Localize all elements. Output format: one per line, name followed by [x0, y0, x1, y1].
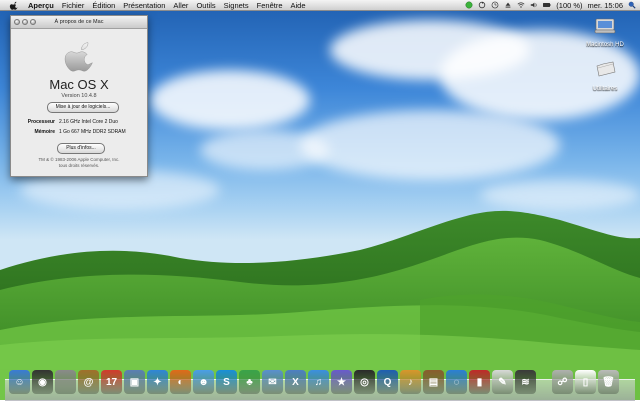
dock-icon-internet-connect[interactable]: ◌	[446, 370, 467, 394]
dock-icon-activity-monitor[interactable]: ≋	[515, 370, 536, 394]
dock-icon-glyph: ☺	[14, 376, 25, 388]
dock-icon-glyph: ≋	[521, 376, 530, 388]
dock-icon-itunes[interactable]: ♫	[308, 370, 329, 394]
battery-icon[interactable]	[543, 1, 551, 9]
desktop-icon-utilitaires[interactable]: Utilitaires	[580, 60, 630, 92]
eject-icon[interactable]	[504, 1, 512, 9]
copyright-line-2: tous droits réservés.	[58, 163, 100, 168]
hard-drive-icon	[594, 18, 616, 34]
dock-icon-glyph: ♫	[314, 376, 323, 388]
dock-icon-firefox[interactable]: ◐	[170, 370, 191, 394]
menu-aide[interactable]: Aide	[287, 1, 310, 10]
software-update-button[interactable]: Mise à jour de logiciels...	[47, 102, 119, 113]
dock-icons: ☺ ◉ @17 ▣ ✦ ◐ ☻ S ♣ ✉ X ♫ ★ ◎ Q ♪ ▤ ◌ ▮ ✎ ≋ ☍ ▯ 🗑	[9, 370, 619, 394]
dock-icon-ichat[interactable]: ☻	[193, 370, 214, 394]
zoom-button[interactable]	[30, 19, 36, 25]
dock-icon-photo-booth[interactable]: ▮	[469, 370, 490, 394]
dock-icon-garageband[interactable]: ♪	[400, 370, 421, 394]
memory-value: 1 Go 667 MHz DDR2 SDRAM	[59, 129, 126, 135]
dock-icon-glyph: ▣	[129, 376, 140, 388]
status-green-icon[interactable]	[465, 1, 473, 9]
dock-icon-xcode[interactable]: X	[285, 370, 306, 394]
menu-signets[interactable]: Signets	[220, 1, 253, 10]
dock-icon-glyph: S	[223, 376, 230, 388]
dock-icon-glyph: ✉	[268, 376, 277, 388]
desktop-icon-label: Utilitaires	[592, 86, 618, 92]
window-title: À propos de ce Mac	[54, 19, 104, 25]
folder-icon	[596, 61, 616, 77]
menu-outils[interactable]: Outils	[192, 1, 219, 10]
processor-label: Processeur	[27, 119, 55, 125]
dock-icon-glyph: ☻	[198, 376, 209, 388]
wifi-icon[interactable]	[517, 1, 525, 9]
os-version: Version 10.4.8	[61, 93, 97, 99]
dock-icon-glyph: 🗑	[602, 376, 615, 388]
dock-icon-text-edit[interactable]: ✎	[492, 370, 513, 394]
menu-bar: Aperçu Fichier Édition Présentation Alle…	[0, 0, 640, 11]
menu-fenetre[interactable]: Fenêtre	[253, 1, 287, 10]
dock-icon-documents[interactable]: ▯	[575, 370, 596, 394]
dock-icon-finder[interactable]: ☺	[9, 370, 30, 394]
dock-icon-glyph: ◎	[360, 376, 369, 388]
dock-icon-imovie[interactable]: ★	[331, 370, 352, 394]
minimize-button[interactable]	[22, 19, 28, 25]
dock-icon-glyph: ★	[337, 376, 346, 388]
sync-icon[interactable]	[478, 1, 486, 9]
dock-icon-system-preferences[interactable]	[55, 370, 76, 394]
dock-icon-skype[interactable]: S	[216, 370, 237, 394]
processor-value: 2.16 GHz Intel Core 2 Duo	[59, 119, 118, 125]
about-this-mac-window[interactable]: À propos de ce Mac Mac OS X Version 10.4…	[10, 15, 148, 177]
dock-icon-preview[interactable]: ▣	[124, 370, 145, 394]
dock-icon-dashboard[interactable]: ◉	[32, 370, 53, 394]
close-button[interactable]	[14, 19, 20, 25]
more-info-button[interactable]: Plus d'infos...	[57, 143, 105, 154]
dock-icon-glyph: ✎	[498, 376, 507, 388]
dock-icon-glyph: X	[292, 376, 299, 388]
dock-icon-glyph: Q	[383, 376, 392, 388]
dock-icon-mail[interactable]: ✉	[262, 370, 283, 394]
dock-icon-dvd-player[interactable]: ◎	[354, 370, 375, 394]
dock-icon-glyph: ♪	[408, 376, 413, 388]
menu-aller[interactable]: Aller	[169, 1, 192, 10]
menu-extras: (100 %) mer. 15:06	[465, 1, 640, 10]
menu-clock[interactable]: mer. 15:06	[588, 1, 623, 10]
apple-logo-icon	[64, 42, 93, 72]
dock-icon-glyph: ◐	[177, 376, 184, 388]
dock-icon-adium[interactable]: ♣	[239, 370, 260, 394]
dock: ☺ ◉ @17 ▣ ✦ ◐ ☻ S ♣ ✉ X ♫ ★ ◎ Q ♪ ▤ ◌ ▮ ✎ ≋ ☍ ▯ 🗑	[5, 368, 635, 401]
menu-fichier[interactable]: Fichier	[58, 1, 89, 10]
memory-label: Mémoire	[34, 129, 55, 135]
dock-icon-glyph: ☍	[557, 376, 568, 388]
dock-icon-quicktime[interactable]: Q	[377, 370, 398, 394]
os-name: Mac OS X	[49, 77, 109, 92]
dock-icon-safari[interactable]: ✦	[147, 370, 168, 394]
desktop-icon-macintosh-hd[interactable]: Macintosh HD	[580, 16, 630, 48]
dock-icon-glyph: @	[83, 376, 94, 388]
dock-icon-glyph: 17	[105, 376, 118, 388]
menu-app-name[interactable]: Aperçu	[24, 1, 58, 10]
memory-row: Mémoire 1 Go 667 MHz DDR2 SDRAM	[15, 129, 147, 135]
time-machine-icon[interactable]	[491, 1, 499, 9]
dock-icon-glyph: ▮	[476, 376, 483, 388]
volume-icon[interactable]	[530, 1, 538, 9]
dock-icon-glyph: ▯	[582, 376, 589, 388]
dock-icon-address-book[interactable]: @	[78, 370, 99, 394]
dock-icon-glyph: ◌	[453, 376, 460, 388]
menu-edition[interactable]: Édition	[88, 1, 119, 10]
dock-icon-iphoto[interactable]: ▤	[423, 370, 444, 394]
spotlight-icon[interactable]	[628, 1, 636, 9]
apple-menu-icon[interactable]	[9, 1, 18, 10]
processor-row: Processeur 2.16 GHz Intel Core 2 Duo	[15, 119, 147, 125]
window-titlebar[interactable]: À propos de ce Mac	[11, 16, 147, 29]
dock-icon-network-utility[interactable]: ☍	[552, 370, 573, 394]
desktop-icon-label: Macintosh HD	[586, 42, 624, 48]
dock-icon-glyph: ♣	[246, 376, 253, 388]
menu-presentation[interactable]: Présentation	[119, 1, 169, 10]
dock-icon-ical[interactable]: 17	[101, 370, 122, 394]
dock-icon-glyph: ◉	[38, 376, 47, 388]
battery-percentage[interactable]: (100 %)	[556, 1, 582, 10]
dock-icon-glyph: ▤	[428, 376, 439, 388]
dock-icon-glyph: ✦	[153, 376, 162, 388]
dock-icon-trash[interactable]: 🗑	[598, 370, 619, 394]
